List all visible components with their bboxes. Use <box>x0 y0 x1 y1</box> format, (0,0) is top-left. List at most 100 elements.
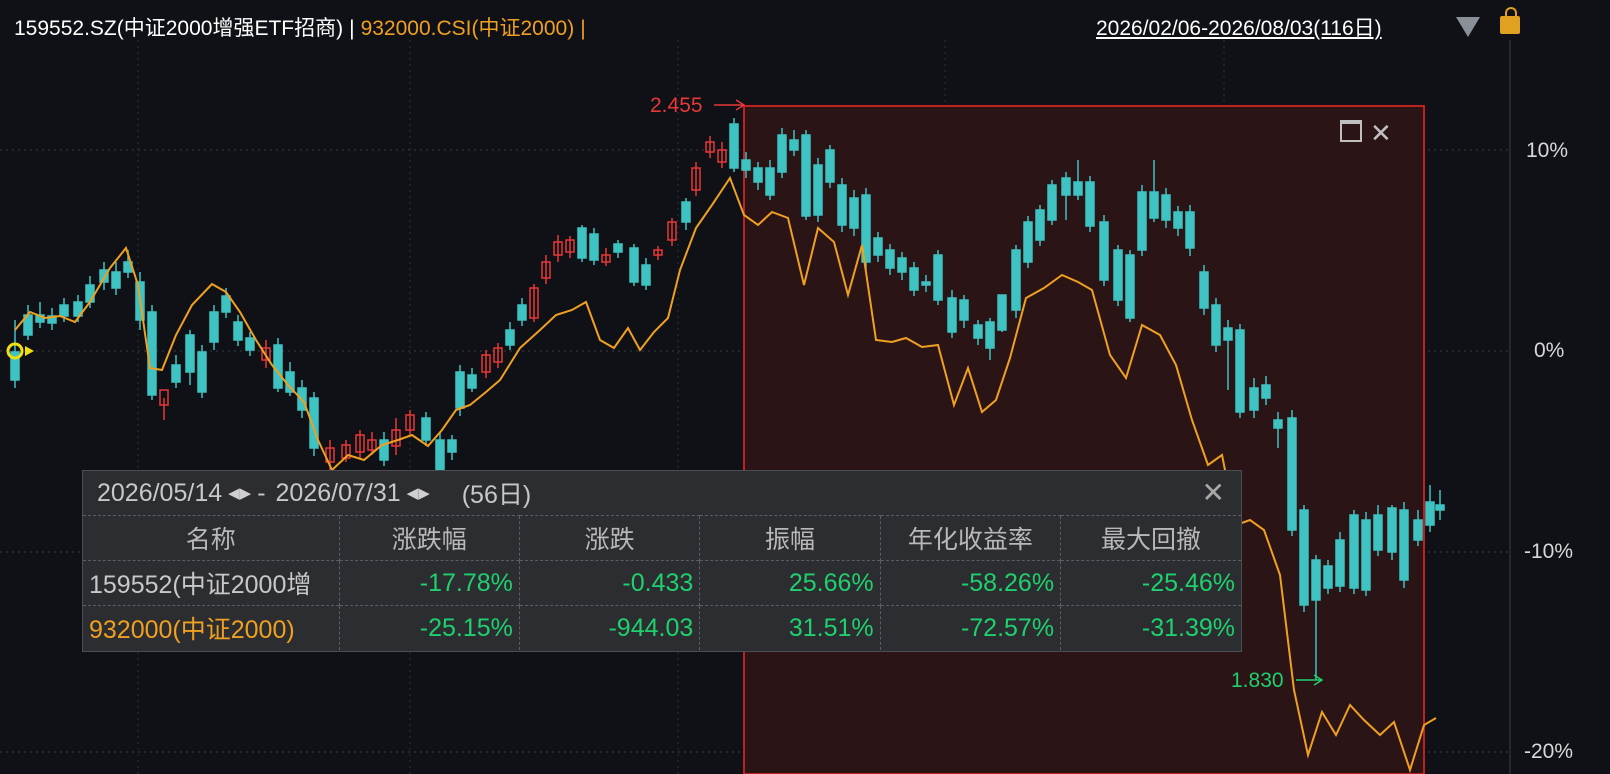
security-title: 159552.SZ(中证2000增强ETF招商) <box>14 17 344 40</box>
day-count: (56日) <box>461 481 532 509</box>
candle-body <box>825 149 835 183</box>
candle-body <box>467 374 477 389</box>
candle-body <box>1273 419 1283 429</box>
candle-body <box>873 237 883 256</box>
candle-body <box>973 324 983 339</box>
candle-body <box>997 294 1007 331</box>
col-change: 涨跌 <box>518 515 700 561</box>
candle-body <box>985 321 995 349</box>
candle-body <box>1149 191 1159 219</box>
candle-body <box>681 201 691 223</box>
candle-body <box>801 134 811 217</box>
price-chart[interactable]: 2.455 1.830 10% 0% -10% -20% <box>0 0 1610 774</box>
table-row[interactable]: 932000(中证2000) -25.15% -944.03 31.51% -7… <box>83 605 1241 650</box>
panel-title: 2026/05/14 ◀▶ - 2026/07/31 ◀▶ (56日) <box>83 471 1241 515</box>
panel-close-icon[interactable]: ✕ <box>1202 479 1225 507</box>
start-date: 2026/05/14 <box>97 478 223 507</box>
candle-body <box>245 337 255 351</box>
candle-body <box>1085 181 1095 227</box>
candle-body <box>1425 501 1435 526</box>
candle-body <box>641 264 651 286</box>
candle-body <box>1161 194 1171 221</box>
candle-body <box>909 267 919 291</box>
candle-body <box>1023 221 1033 263</box>
candle-body <box>59 304 69 317</box>
header-separator: | <box>349 17 355 40</box>
candle-body <box>147 311 157 396</box>
candle-body <box>947 297 957 333</box>
candle-body <box>589 233 599 261</box>
candle-body <box>221 295 231 313</box>
candle-body <box>959 299 969 321</box>
start-date-arrows-icon[interactable]: ◀▶ <box>228 484 251 502</box>
date-range-selector[interactable]: 2026/02/06-2026/08/03(116日) <box>1096 12 1382 42</box>
lock-icon[interactable] <box>1500 7 1520 34</box>
low-marker-label: 1.830 <box>1231 669 1284 692</box>
maximize-icon[interactable] <box>1340 120 1362 142</box>
row-max-drawdown: -31.39% <box>1060 605 1241 650</box>
y-label-neg20: -20% <box>1524 740 1573 763</box>
candle-body <box>1223 327 1233 341</box>
candle-body <box>777 134 787 173</box>
candle-body <box>1099 221 1109 281</box>
candle-body <box>1335 539 1345 587</box>
candle-body <box>789 139 799 151</box>
candle-body <box>577 227 587 259</box>
y-label-0: 0% <box>1534 339 1564 362</box>
candle-body <box>1399 509 1409 581</box>
candle-body <box>1035 209 1045 241</box>
candle-body <box>1125 254 1135 319</box>
high-marker: 2.455 <box>650 94 746 117</box>
candle-body <box>1349 514 1359 589</box>
candle-body <box>1211 304 1221 346</box>
candle-body <box>613 243 623 253</box>
row-max-drawdown: -25.46% <box>1060 560 1241 606</box>
y-label-neg10: -10% <box>1524 540 1573 563</box>
candle-body <box>233 321 243 341</box>
candle-body <box>171 364 181 383</box>
end-date-arrows-icon[interactable]: ◀▶ <box>407 484 430 502</box>
row-change: -944.03 <box>518 605 700 650</box>
candle-body <box>729 123 739 169</box>
candle-body <box>1311 559 1321 601</box>
stats-table: 名称 涨跌幅 涨跌 振幅 年化收益率 最大回撤 159552(中证2000增 -… <box>83 515 1241 650</box>
candle-body <box>885 249 895 269</box>
candle-body <box>421 417 431 441</box>
row-annualized: -72.57% <box>879 605 1061 650</box>
candle-body <box>837 184 847 226</box>
selection-close-icon[interactable]: ✕ <box>1370 118 1392 149</box>
col-change-pct: 涨跌幅 <box>338 515 520 561</box>
candle-body <box>1113 249 1123 301</box>
candle-body <box>1173 211 1183 229</box>
candle-body <box>813 164 823 216</box>
dropdown-icon[interactable] <box>1456 17 1480 37</box>
col-annualized: 年化收益率 <box>879 515 1061 561</box>
candle-body <box>1287 417 1297 531</box>
candle-body <box>1199 271 1209 309</box>
candle-body <box>1261 384 1271 399</box>
candle-body <box>1435 504 1445 511</box>
candle-body <box>765 167 775 196</box>
candle-body <box>1249 387 1259 411</box>
row-change-pct: -17.78% <box>338 560 520 606</box>
table-header-row: 名称 涨跌幅 涨跌 振幅 年化收益率 最大回撤 <box>83 515 1241 561</box>
candle-body <box>1373 514 1383 551</box>
candle-body <box>1235 329 1245 413</box>
row-change: -0.433 <box>518 560 700 606</box>
col-name: 名称 <box>83 515 339 561</box>
candle-body <box>273 344 283 389</box>
candle-body <box>753 167 763 183</box>
row-amplitude: 31.51% <box>699 605 881 650</box>
candle-body <box>85 284 95 303</box>
row-annualized: -58.26% <box>879 560 1061 606</box>
chart-header: 159552.SZ(中证2000增强ETF招商) | 932000.CSI(中证20… <box>14 12 586 42</box>
candle-body <box>1137 191 1147 251</box>
y-label-10: 10% <box>1526 139 1568 162</box>
candle-body <box>185 334 195 373</box>
candle-body <box>1047 184 1057 221</box>
row-change-pct: -25.15% <box>338 605 520 650</box>
candle-body <box>629 247 639 283</box>
candle-body <box>1413 519 1423 541</box>
candle-body <box>1061 177 1071 196</box>
table-row[interactable]: 159552(中证2000增 -17.78% -0.433 25.66% -58… <box>83 560 1241 606</box>
